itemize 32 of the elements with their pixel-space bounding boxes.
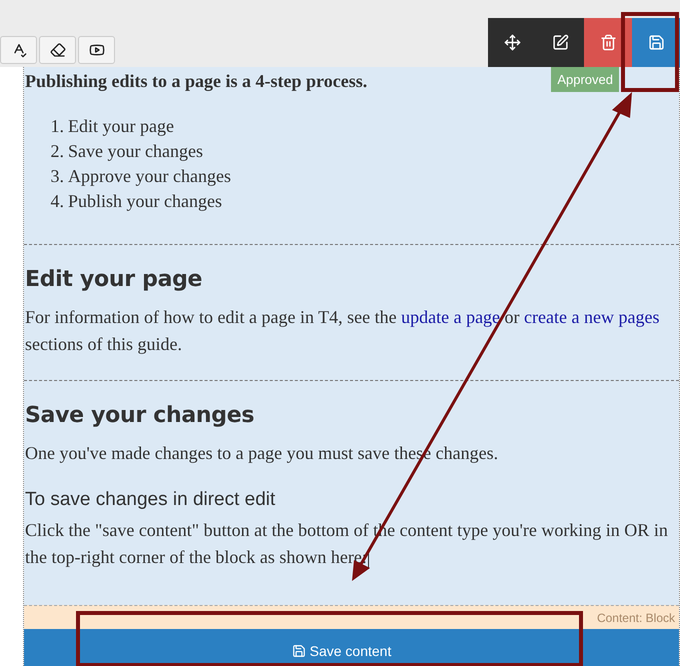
- list-item: Publish your changes: [68, 190, 222, 213]
- save-content-button[interactable]: Save content: [286, 638, 398, 662]
- save-button[interactable]: [632, 18, 680, 67]
- paragraph: For information of how to edit a page in T4, see the update a page or create a new pages sections of this guide.: [25, 306, 660, 356]
- trash-icon: [600, 34, 616, 51]
- section-heading: Save your changes: [25, 403, 256, 428]
- content-type-label: Content: Block: [596, 610, 675, 624]
- move-icon: [504, 34, 520, 51]
- section-heading: Edit your page: [25, 267, 204, 292]
- list-number: 1.: [50, 115, 64, 138]
- list-number: 4.: [50, 190, 64, 213]
- list-item: Approve your changes: [68, 165, 231, 188]
- list-item: Save your changes: [68, 140, 203, 163]
- delete-button[interactable]: [584, 18, 632, 67]
- video-icon: [88, 42, 104, 58]
- save-icon: [292, 644, 306, 658]
- edit-icon: [552, 34, 568, 51]
- list-number: 3.: [50, 165, 64, 188]
- list-number: 2.: [50, 140, 64, 163]
- intro-text: Publishing edits to a page is a 4-step process.: [25, 71, 368, 92]
- guide-link[interactable]: create a new pages: [524, 307, 660, 327]
- save-icon: [648, 34, 664, 51]
- subheading: To save changes in direct edit: [25, 489, 276, 511]
- guide-link[interactable]: update a page: [401, 307, 500, 327]
- list-item: Edit your page: [68, 115, 174, 138]
- eraser-icon: [50, 42, 66, 58]
- video-button[interactable]: [78, 36, 115, 64]
- status-badge: Approved: [551, 67, 619, 92]
- move-button[interactable]: [488, 18, 536, 67]
- spellcheck-button[interactable]: [0, 36, 37, 64]
- edit-button[interactable]: [536, 18, 584, 67]
- eraser-button[interactable]: [39, 36, 76, 64]
